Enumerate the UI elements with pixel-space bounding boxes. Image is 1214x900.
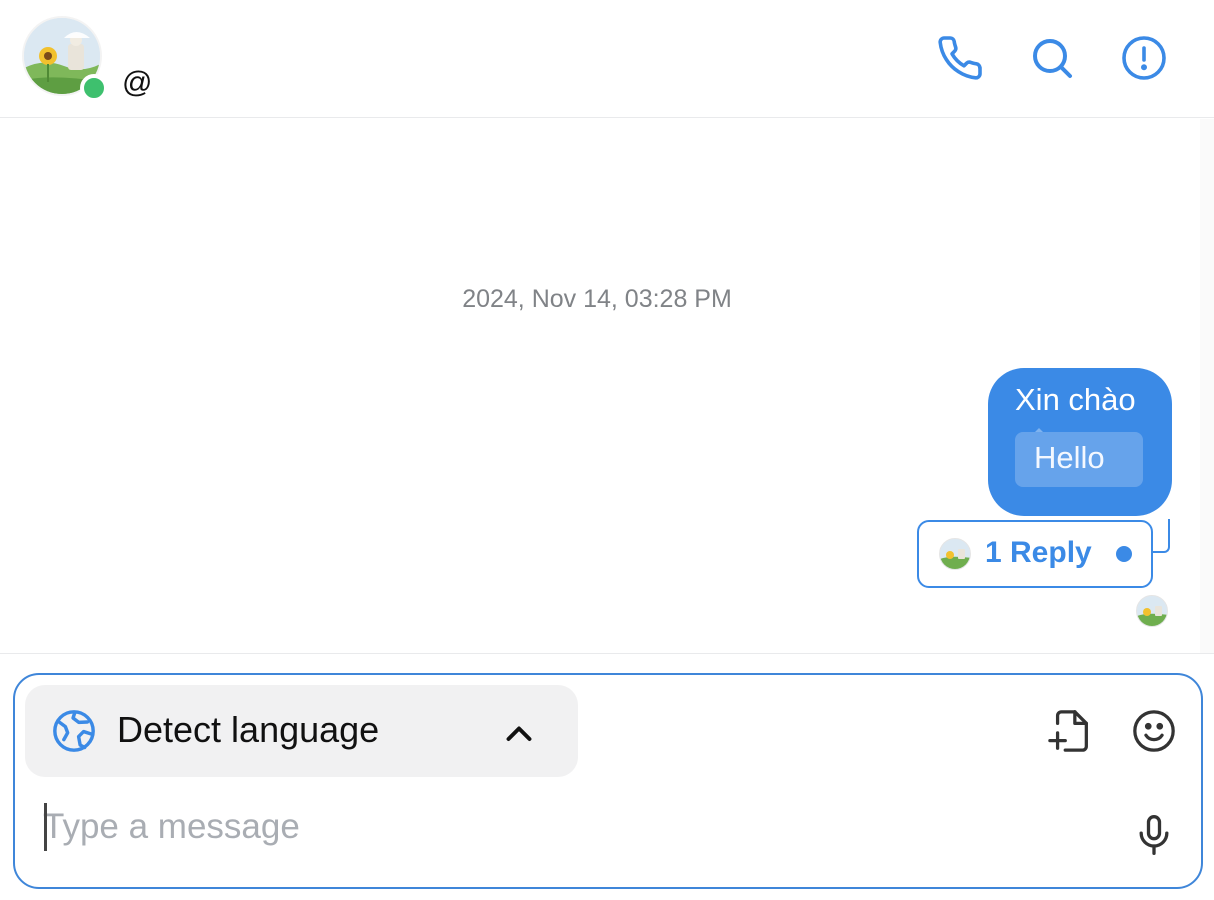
- language-selector[interactable]: Detect language: [25, 685, 578, 777]
- message-text: Xin chào: [1015, 382, 1136, 417]
- unread-indicator: [1116, 546, 1132, 562]
- contact-avatar[interactable]: [22, 16, 108, 102]
- search-button[interactable]: [1026, 32, 1078, 84]
- microphone-icon: [1139, 815, 1169, 855]
- scrollbar-track[interactable]: [1200, 119, 1214, 653]
- message-composer: Detect language: [13, 673, 1203, 889]
- chevron-up-icon: [506, 726, 532, 741]
- outgoing-message-bubble[interactable]: Xin chào Hello: [988, 368, 1172, 516]
- thread-replies-button[interactable]: 1 Reply: [917, 520, 1153, 588]
- search-icon: [1033, 39, 1072, 78]
- info-icon: [1122, 36, 1166, 80]
- online-status-indicator: [80, 74, 108, 102]
- read-receipt-avatar: [1136, 595, 1168, 627]
- chat-header: @: [0, 0, 1214, 118]
- message-timestamp: 2024, Nov 14, 03:28 PM: [462, 285, 732, 313]
- globe-icon: [53, 710, 95, 752]
- thread-connector: [1152, 519, 1170, 553]
- text-cursor: [44, 803, 47, 851]
- message-list[interactable]: 2024, Nov 14, 03:28 PM Xin chào Hello 1 …: [0, 119, 1214, 653]
- attach-file-button[interactable]: [1045, 705, 1097, 757]
- attach-file-icon: [1048, 710, 1088, 752]
- message-translation: Hello: [1015, 432, 1143, 487]
- info-button[interactable]: [1118, 32, 1170, 84]
- contact-handle: @: [122, 66, 153, 99]
- composer-divider: [0, 653, 1214, 654]
- reply-count: 1 Reply: [985, 536, 1092, 569]
- call-button[interactable]: [934, 32, 986, 84]
- emoji-button[interactable]: [1128, 705, 1180, 757]
- language-label: Detect language: [117, 709, 380, 750]
- voice-message-button[interactable]: [1128, 809, 1180, 861]
- emoji-icon: [1133, 710, 1175, 752]
- reply-avatar: [939, 538, 971, 570]
- phone-icon: [938, 36, 982, 80]
- message-input[interactable]: [43, 799, 1123, 855]
